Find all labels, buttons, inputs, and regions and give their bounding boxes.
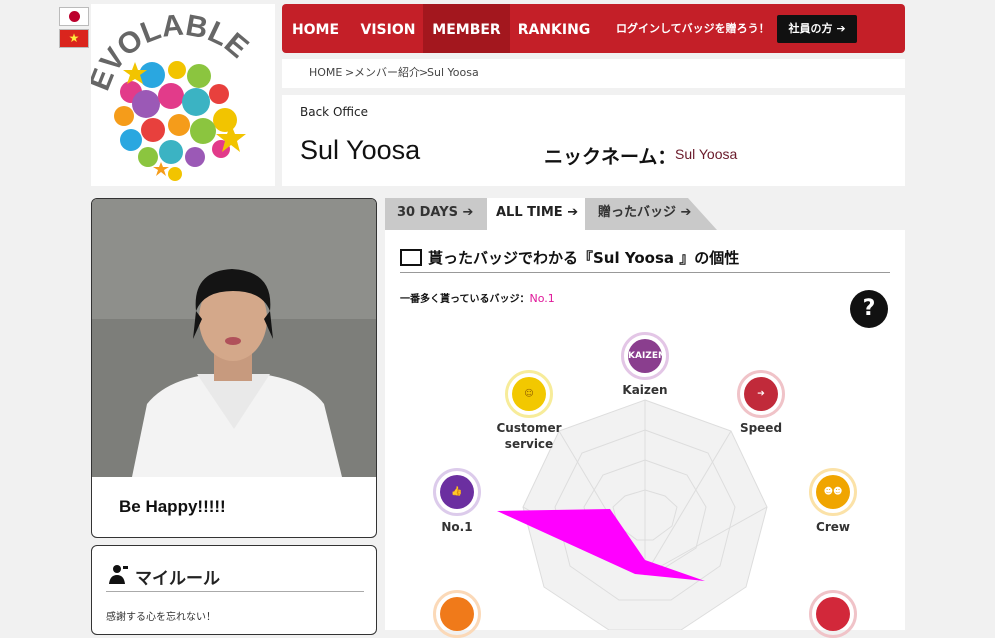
staff-login-label: 社員の方 [788, 22, 833, 35]
breadcrumb-sep-1: > [345, 66, 355, 79]
divider [106, 591, 364, 592]
personality-panel: 貰ったバッジでわかる『Sul Yoosa 』の個性 一番多く貰っているバッジ：N… [385, 230, 905, 638]
arrow-right-icon: ➔ [680, 205, 692, 220]
nav-member[interactable]: MEMBER [423, 4, 510, 53]
arrow-right-icon: ➔ [462, 205, 474, 220]
no1-badge-icon[interactable]: 👍 [433, 468, 481, 516]
tab-all-time[interactable]: ALL TIME ➔ [487, 198, 585, 230]
crew-badge-icon[interactable]: ☻☻ [809, 468, 857, 516]
breadcrumb: HOME > メンバー紹介 > Sul Yoosa [282, 59, 905, 88]
kaizen-badge-icon[interactable]: KAIZEN [621, 332, 669, 380]
vietnam-flag-icon[interactable]: ★ [59, 29, 89, 48]
speed-badge-icon[interactable]: ➔ [737, 370, 785, 418]
breadcrumb-home[interactable]: HOME [309, 59, 342, 86]
badge-label-no1: No.1 [441, 520, 473, 534]
challenge-badge-icon[interactable] [433, 590, 481, 638]
breadcrumb-current: Sul Yoosa [427, 66, 479, 79]
badge-label-crew: Crew [816, 520, 850, 534]
nav-vision[interactable]: VISION [351, 4, 425, 53]
person-icon [109, 565, 128, 584]
profile-card: Be Happy!!!!! [91, 198, 377, 538]
arrow-right-icon: ➔ [567, 205, 579, 220]
page-title: Sul Yoosa [300, 135, 421, 165]
breadcrumb-members[interactable]: メンバー紹介 [354, 59, 420, 86]
my-rule-title: マイルール [135, 569, 220, 589]
department-label: Back Office [300, 105, 368, 119]
profile-photo [92, 199, 376, 477]
main-nav: HOME VISION MEMBER RANKING ログインしてバッジを贈ろう… [282, 4, 905, 53]
badge-label-kaizen: Kaizen [622, 383, 668, 397]
tab-sent-badges[interactable]: 贈ったバッジ ➔ [585, 198, 717, 230]
login-cta-text: ログインしてバッジを贈ろう！ [616, 22, 770, 35]
badge-label-customer-service: Customer service [496, 421, 562, 451]
tab-30-days-label: 30 DAYS [397, 205, 459, 220]
my-rule-card: マイルール 感謝する心を忘れない！ [91, 545, 377, 635]
tab-30-days[interactable]: 30 DAYS ➔ [385, 198, 487, 230]
tab-sent-badges-label: 贈ったバッジ [598, 205, 677, 220]
customer-service-badge-icon[interactable]: ☺ [505, 370, 553, 418]
profile-header: Back Office Sul Yoosa ニックネーム： Sul Yoosa [282, 95, 905, 186]
spirit-badge-icon[interactable] [809, 590, 857, 638]
japanese-flag-icon[interactable] [59, 7, 89, 26]
badge-label-speed: Speed [739, 421, 783, 435]
arrow-right-icon: ➔ [836, 22, 846, 35]
nav-ranking[interactable]: RANKING [510, 4, 598, 53]
nav-home[interactable]: HOME [282, 4, 349, 53]
nickname-value: Sul Yoosa [675, 146, 738, 162]
profile-motto: Be Happy!!!!! [119, 497, 226, 516]
evolable-asia-logo[interactable]: EVOLABLE ASIA [80, 0, 275, 186]
radar-chart [497, 399, 768, 630]
tab-all-time-label: ALL TIME [496, 205, 563, 220]
nickname-label: ニックネーム： [544, 146, 677, 168]
staff-login-button[interactable]: 社員の方 ➔ [777, 15, 857, 43]
